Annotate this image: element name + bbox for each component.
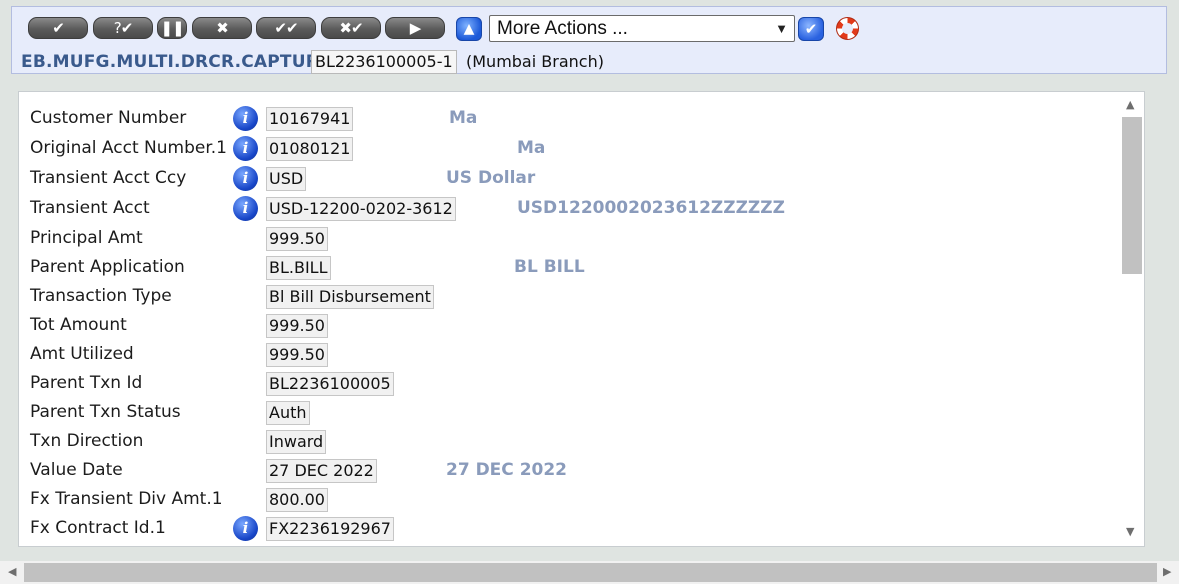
field-label: Txn Direction (30, 431, 144, 451)
field-enrichment: Ma (517, 138, 546, 158)
field-row-amt-utilized: Amt Utilized 999.50 (19, 342, 1119, 368)
field-row-original-acct-number-1: Original Acct Number.1 i 01080121 Ma (19, 136, 1119, 162)
field-row-transient-acct: Transient Acct i USD-12200-0202-3612 USD122… (19, 196, 1119, 222)
form-panel: Customer Number i 10167941 Ma Original Acct … (18, 91, 1145, 547)
field-enrichment: Ma (449, 108, 478, 128)
field-value: USD (266, 167, 307, 191)
horizontal-scroll-thumb[interactable] (24, 563, 1157, 582)
field-label: Fx Transient Div Amt.1 (30, 489, 223, 509)
field-value: USD-12200-0202-3612 (266, 197, 456, 221)
field-label: Fx Contract Id.1 (30, 518, 166, 538)
commit-button[interactable]: ✔ (28, 17, 88, 39)
field-value: 01080121 (266, 137, 354, 161)
field-enrichment: USD1220002023612ZZZZZZ (517, 198, 785, 218)
field-value: Auth (266, 401, 310, 425)
field-row-fx-transient-div-amt-1: Fx Transient Div Amt.1 800.00 (19, 487, 1119, 513)
scroll-right-arrow-icon[interactable]: ▶ (1163, 565, 1171, 578)
field-value: Bl Bill Disbursement (266, 285, 434, 309)
field-label: Transient Acct (30, 198, 150, 218)
field-enrichment: US Dollar (446, 168, 536, 188)
next-button[interactable]: ▶ (385, 17, 445, 39)
info-icon[interactable]: i (233, 516, 258, 541)
authorise-button[interactable]: ✔✔ (256, 17, 316, 39)
info-icon[interactable]: i (233, 136, 258, 161)
scroll-down-arrow-icon[interactable]: ▼ (1126, 525, 1134, 538)
field-label: Original Acct Number.1 (30, 138, 227, 158)
field-row-fx-contract-id-1: Fx Contract Id.1 i FX2236192967 (19, 516, 1119, 542)
field-label: Tot Amount (30, 315, 127, 335)
delete-button[interactable]: ✖ (192, 17, 252, 39)
transaction-id-field: BL2236100005-1 (311, 50, 457, 74)
horizontal-scrollbar[interactable]: ◀ ▶ (0, 561, 1179, 584)
field-value: 999.50 (266, 343, 328, 367)
field-value: BL.BILL (266, 256, 331, 280)
field-label: Value Date (30, 460, 123, 480)
field-label: Amt Utilized (30, 344, 134, 364)
field-value: 800.00 (266, 488, 328, 512)
field-label: Transaction Type (30, 286, 172, 306)
field-value: BL2236100005 (266, 372, 394, 396)
scroll-left-arrow-icon[interactable]: ◀ (8, 565, 16, 578)
field-value: Inward (266, 430, 327, 454)
transaction-header: ✔ ?✔ ❚❚ ✖ ✔✔ ✖✔ ▶ ▲ More Actions ... ▼ ✔ EB.MU… (11, 6, 1167, 74)
vertical-scroll-thumb[interactable] (1122, 117, 1142, 274)
up-arrow-icon[interactable]: ▲ (456, 17, 482, 41)
lifebuoy-icon[interactable] (836, 17, 859, 40)
branch-label: (Mumbai Branch) (466, 52, 604, 71)
field-value: 27 DEC 2022 (266, 459, 377, 483)
info-icon[interactable]: i (233, 196, 258, 221)
checkmark-icon[interactable]: ✔ (798, 17, 824, 41)
field-row-parent-txn-status: Parent Txn Status Auth (19, 400, 1119, 426)
field-label: Parent Txn Id (30, 373, 143, 393)
scroll-up-arrow-icon[interactable]: ▲ (1126, 98, 1134, 111)
reverse-button[interactable]: ✖✔ (321, 17, 381, 39)
field-row-customer-number: Customer Number i 10167941 Ma (19, 106, 1119, 132)
field-label: Parent Application (30, 257, 185, 277)
hold-button[interactable]: ❚❚ (157, 17, 187, 39)
field-label: Parent Txn Status (30, 402, 181, 422)
application-name: EB.MUFG.MULTI.DRCR.CAPTURE (21, 52, 331, 72)
field-row-value-date: Value Date 27 DEC 2022 27 DEC 2022 (19, 458, 1119, 484)
field-value: 10167941 (266, 107, 354, 131)
validate-button[interactable]: ?✔ (93, 17, 153, 39)
field-enrichment: BL BILL (514, 257, 585, 277)
field-label: Transient Acct Ccy (30, 168, 187, 188)
more-actions-value: More Actions ... (497, 18, 628, 39)
field-value: 999.50 (266, 314, 328, 338)
field-label: Customer Number (30, 108, 187, 128)
more-actions-select[interactable]: More Actions ... ▼ (489, 15, 795, 42)
field-label: Principal Amt (30, 228, 143, 248)
field-value: 999.50 (266, 227, 328, 251)
field-row-principal-amt: Principal Amt 999.50 (19, 226, 1119, 252)
field-row-tot-amount: Tot Amount 999.50 (19, 313, 1119, 339)
info-icon[interactable]: i (233, 166, 258, 191)
info-icon[interactable]: i (233, 106, 258, 131)
field-row-parent-txn-id: Parent Txn Id BL2236100005 (19, 371, 1119, 397)
field-row-parent-application: Parent Application BL.BILL BL BILL (19, 255, 1119, 281)
vertical-scrollbar[interactable]: ▲ ▼ (1120, 92, 1144, 546)
field-row-txn-direction: Txn Direction Inward (19, 429, 1119, 455)
field-value: FX2236192967 (266, 517, 394, 541)
field-row-transaction-type: Transaction Type Bl Bill Disbursement (19, 284, 1119, 310)
field-enrichment: 27 DEC 2022 (446, 460, 568, 480)
field-row-transient-acct-ccy: Transient Acct Ccy i USD US Dollar (19, 166, 1119, 192)
chevron-down-icon: ▼ (775, 21, 788, 36)
